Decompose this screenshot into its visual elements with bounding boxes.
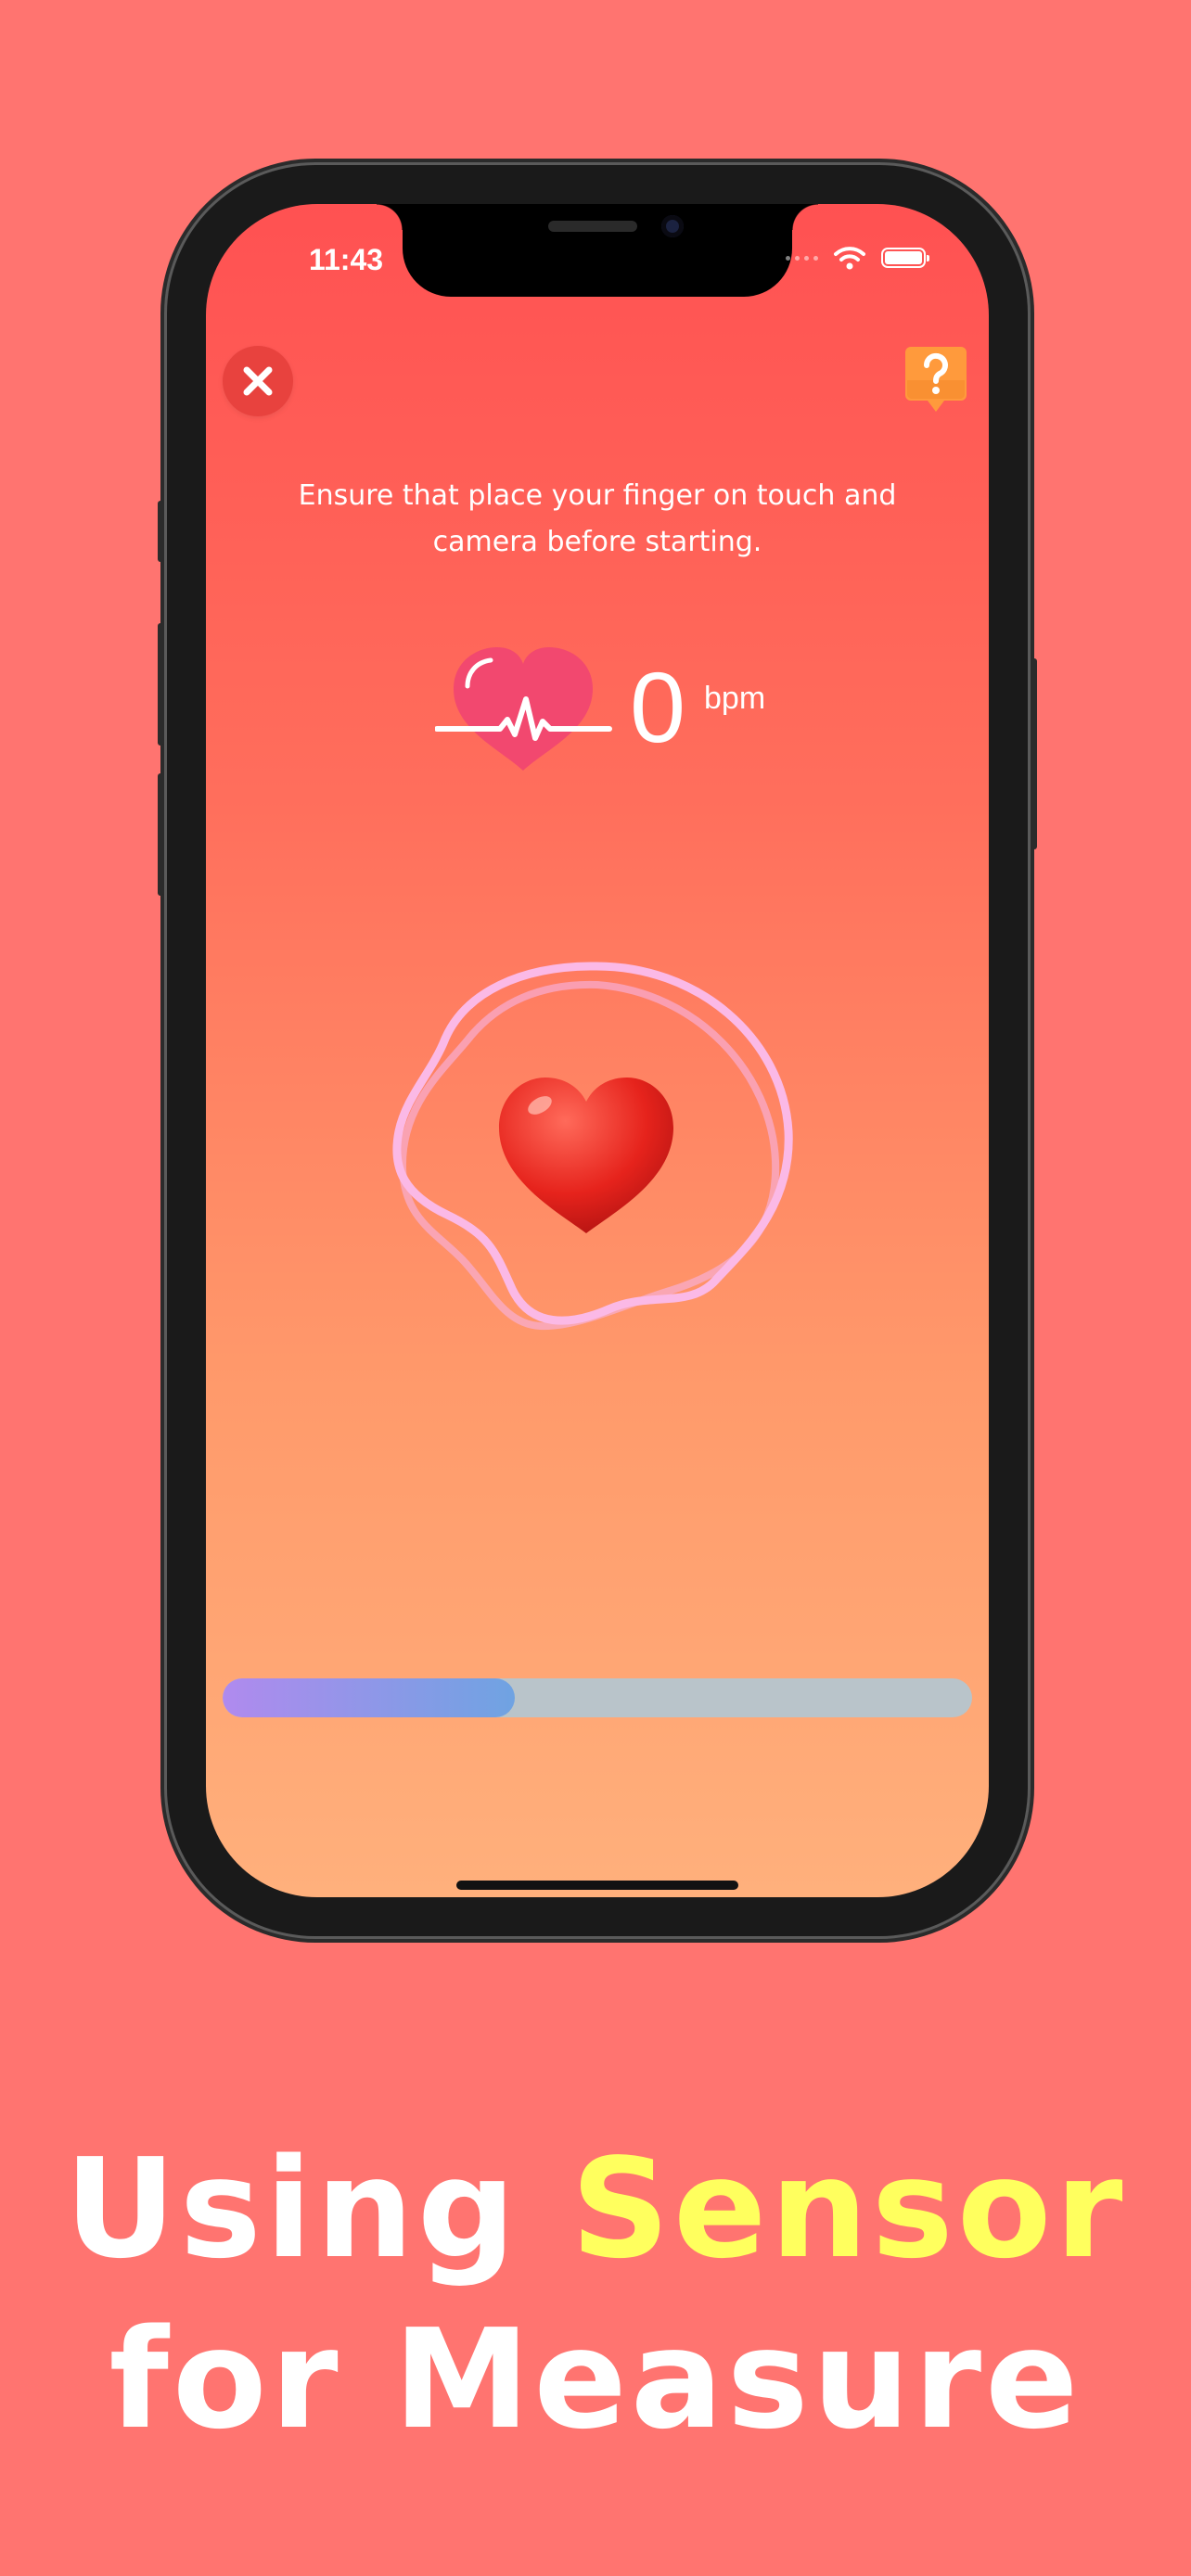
- close-button[interactable]: [223, 346, 293, 416]
- bpm-value: 0: [630, 651, 686, 763]
- volume-down-button: [158, 773, 163, 896]
- caption-line-2: for Measure: [109, 2300, 1082, 2459]
- close-icon: [243, 366, 273, 396]
- caption-line-1: Using Sensor: [0, 2123, 1191, 2294]
- wifi-icon: [834, 247, 865, 270]
- app-screen: 11:43 Ensure that place your finger on t…: [206, 204, 989, 1897]
- volume-up-button: [158, 623, 163, 746]
- status-indicators: [786, 245, 929, 271]
- battery-icon: [881, 248, 929, 268]
- home-indicator[interactable]: [456, 1881, 738, 1890]
- heartbeat-icon: [435, 647, 612, 771]
- bpm-unit: bpm: [704, 681, 766, 716]
- pulse-visualizer: [392, 962, 793, 1331]
- notch: [377, 204, 818, 297]
- front-camera: [661, 215, 684, 237]
- help-button[interactable]: [903, 343, 968, 415]
- marketing-caption: Using Sensor for Measure: [0, 2123, 1191, 2465]
- status-time: 11:43: [308, 243, 384, 276]
- power-button: [1031, 658, 1037, 849]
- caption-prefix: Using: [64, 2129, 519, 2289]
- phone-frame: 11:43 Ensure that place your finger on t…: [158, 165, 1037, 1936]
- speaker-grill: [548, 221, 637, 232]
- caption-highlight: Sensor: [570, 2129, 1127, 2289]
- 3d-heart-icon: [499, 1078, 673, 1233]
- mute-switch: [158, 501, 163, 562]
- instruction-text: Ensure that place your finger on touch a…: [298, 479, 897, 558]
- cellular-signal-icon: [786, 255, 818, 261]
- heart-rate-readout: 0 bpm: [435, 638, 778, 777]
- progress-fill: [223, 1678, 516, 1717]
- measurement-progress-bar: [223, 1678, 972, 1717]
